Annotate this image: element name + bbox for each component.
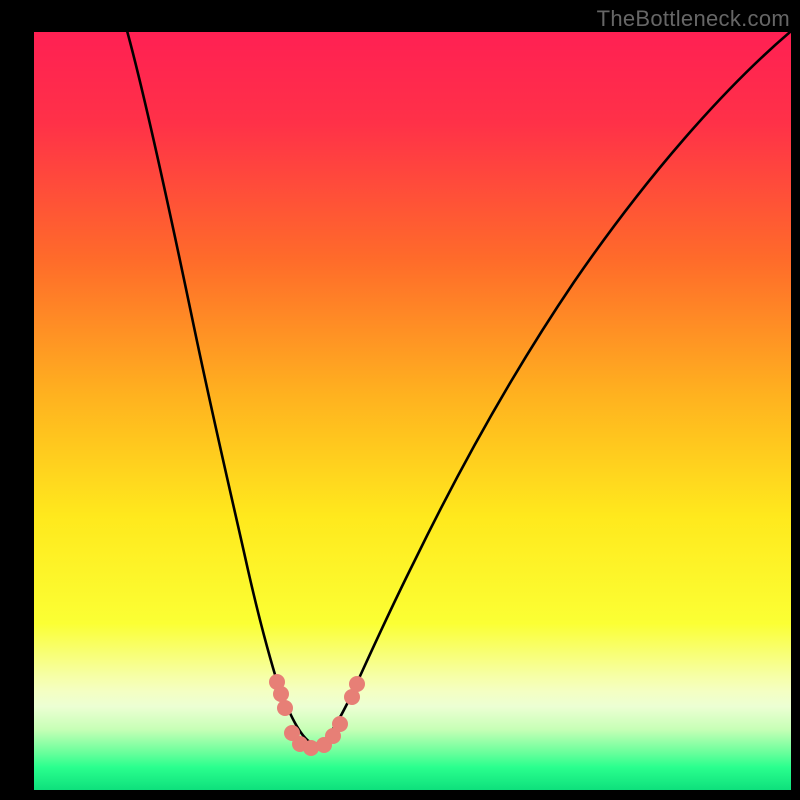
curve-marker: [332, 716, 348, 732]
bottleneck-chart: [34, 32, 791, 790]
curve-marker: [277, 700, 293, 716]
watermark-text: TheBottleneck.com: [597, 6, 790, 32]
curve-marker: [273, 686, 289, 702]
curve-marker: [349, 676, 365, 692]
curve-markers: [34, 32, 791, 790]
